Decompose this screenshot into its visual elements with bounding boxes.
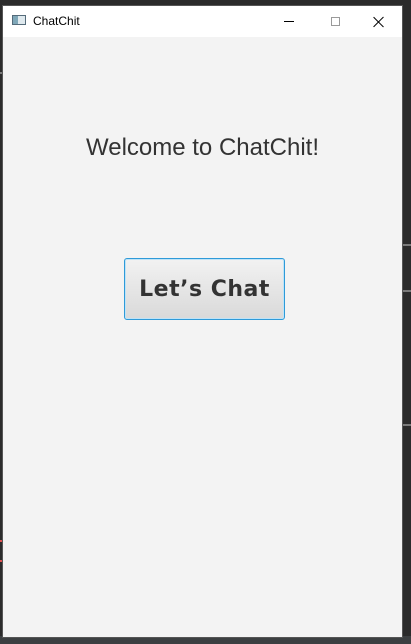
minimize-button[interactable] [266, 6, 312, 37]
background-bottom-bar [0, 636, 411, 644]
close-button[interactable] [356, 6, 402, 37]
title-bar[interactable]: ChatChit [3, 6, 402, 37]
close-icon [373, 16, 385, 28]
background-mark [403, 244, 411, 246]
background-edge [403, 0, 411, 644]
main-content: Welcome to ChatChit! Let’s Chat [3, 37, 402, 637]
background-mark [403, 424, 411, 426]
app-window-icon [12, 15, 26, 25]
welcome-heading: Welcome to ChatChit! [86, 134, 319, 161]
lets-chat-button[interactable]: Let’s Chat [124, 258, 285, 320]
maximize-button[interactable] [312, 6, 358, 37]
background-mark [403, 290, 411, 292]
app-window: ChatChit Welcome to ChatChit! Let’s Chat [3, 6, 402, 637]
minimize-icon [284, 21, 294, 22]
maximize-icon [330, 17, 340, 26]
window-title: ChatChit [33, 14, 80, 28]
